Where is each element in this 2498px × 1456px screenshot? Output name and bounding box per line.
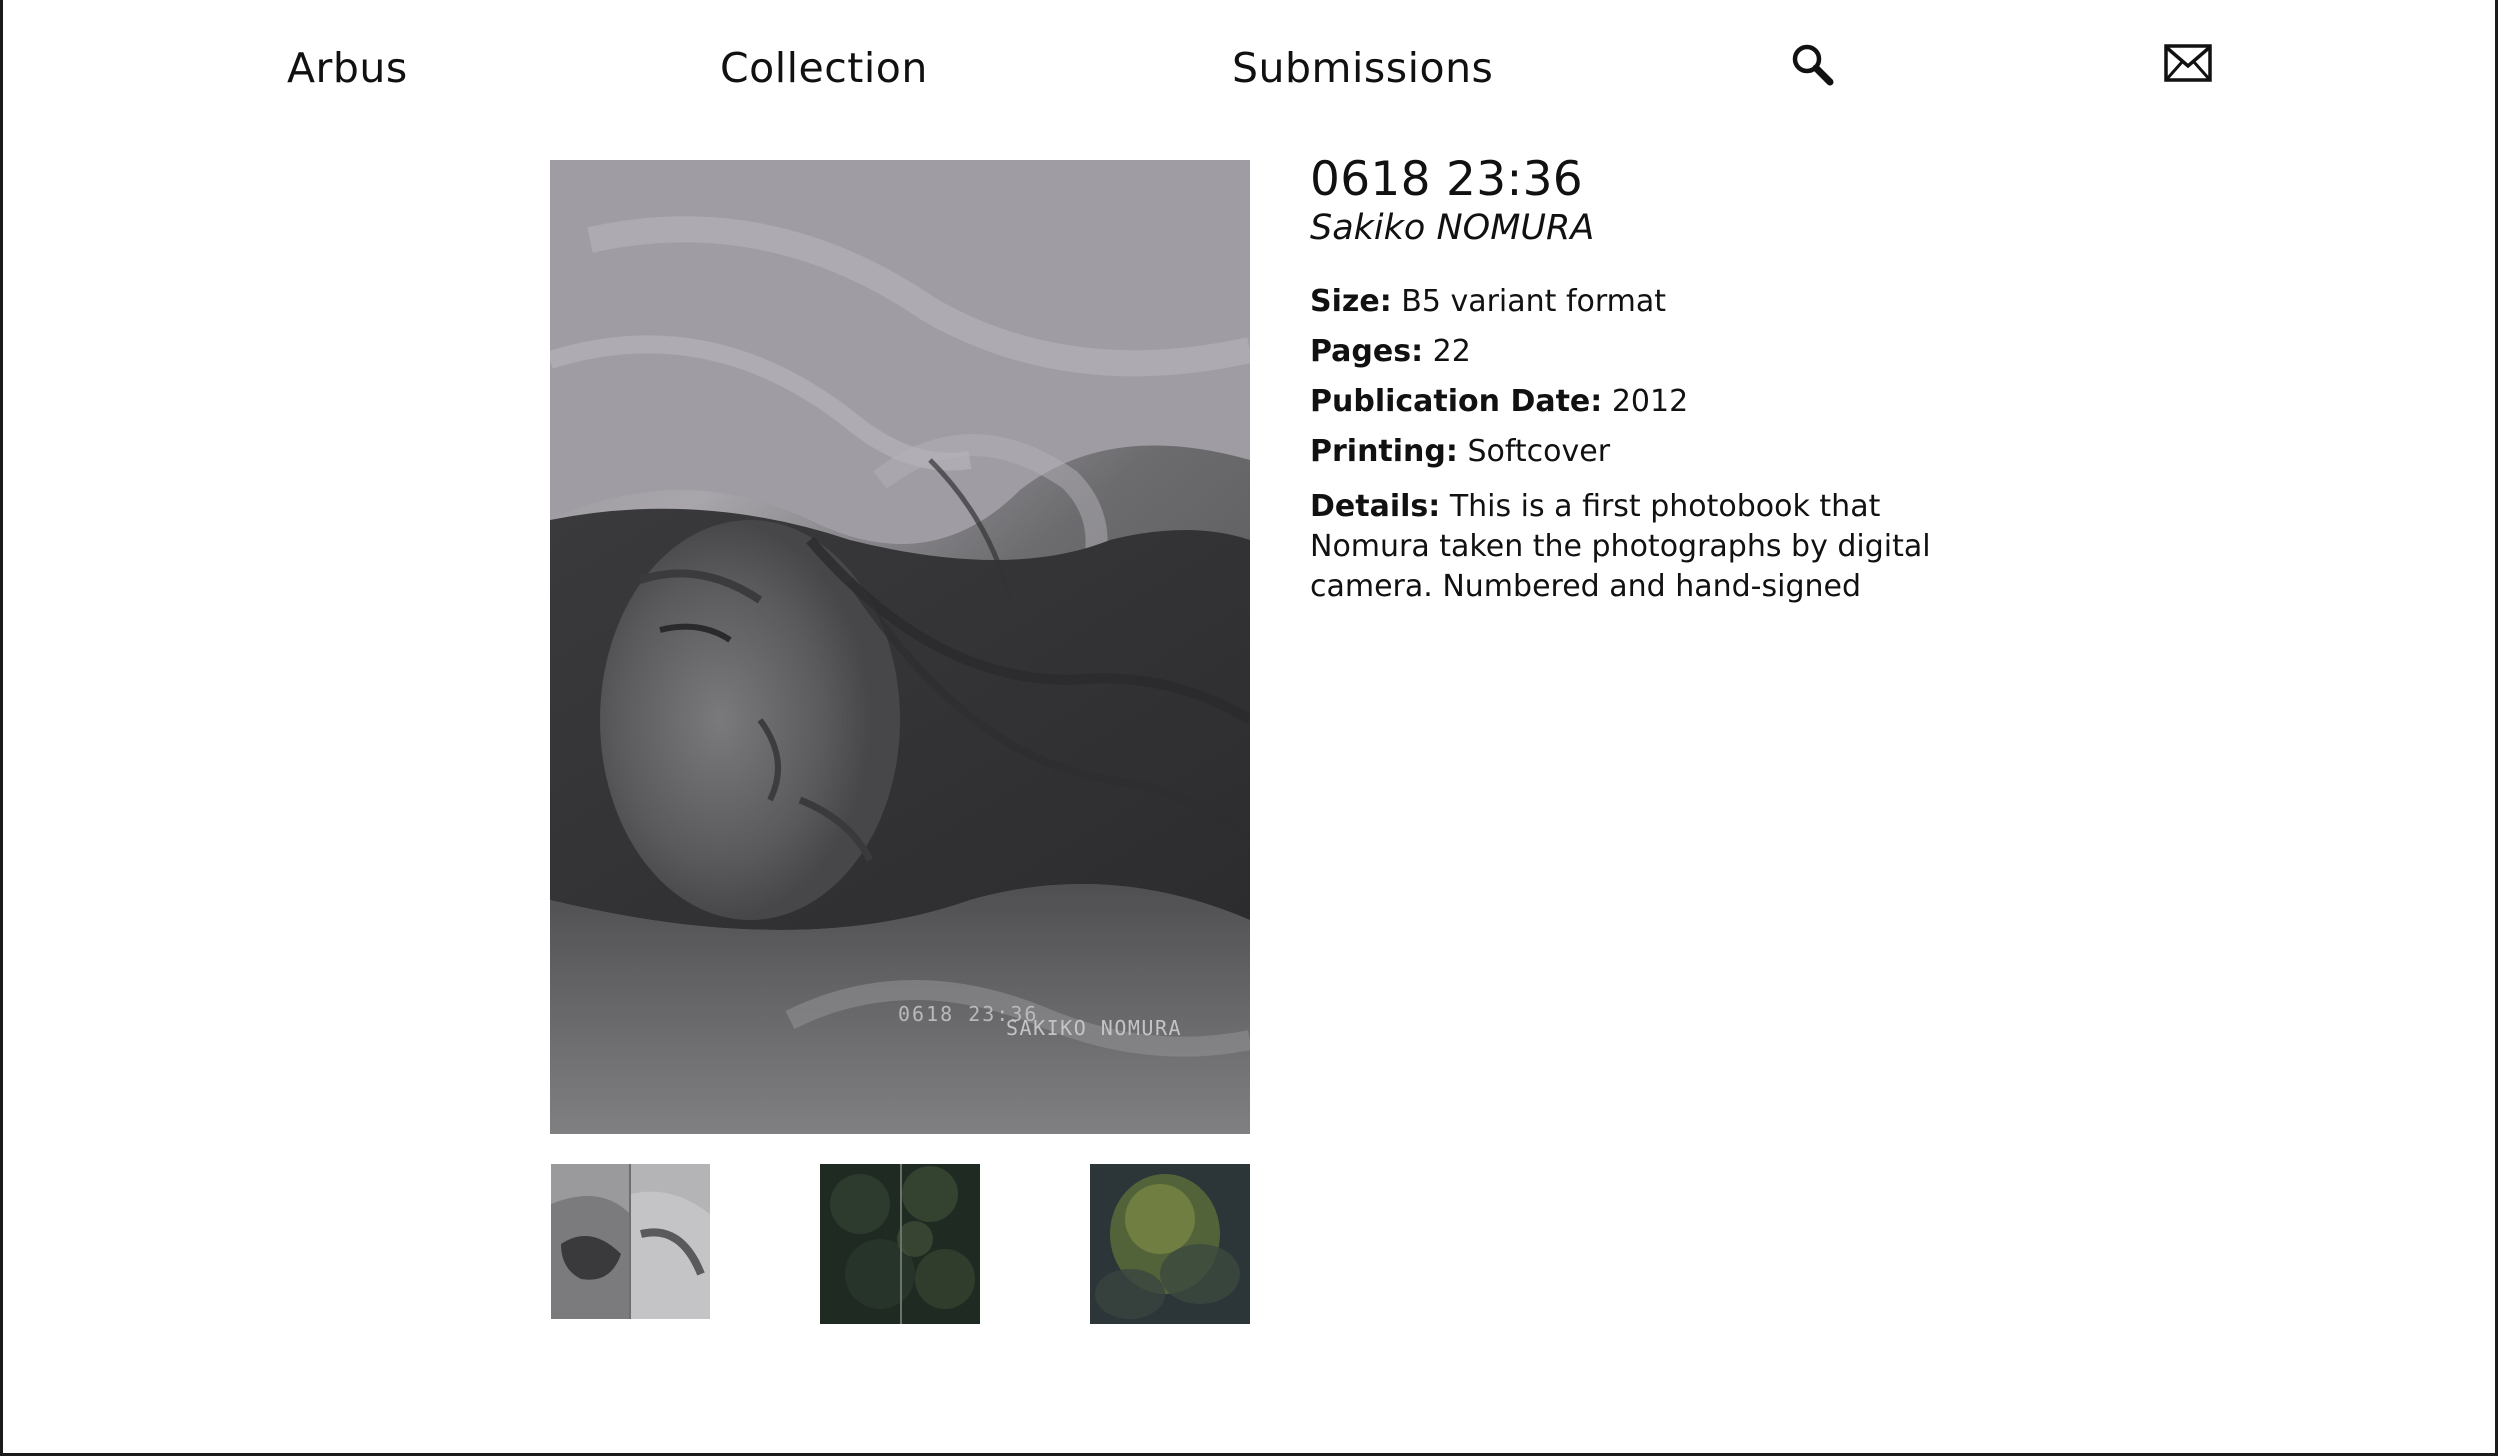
meta-size-value: B5 variant format [1401, 284, 1667, 319]
meta-printing-label: Printing: [1310, 434, 1458, 469]
nav-home-link[interactable]: Arbus [287, 44, 408, 92]
meta-pages-label: Pages: [1310, 334, 1424, 369]
meta-details-label: Details: [1310, 489, 1441, 524]
thumbnail-3[interactable] [1090, 1164, 1250, 1324]
thumbnail-1[interactable] [551, 1164, 710, 1319]
cover-photo [550, 160, 1250, 1134]
meta-publication-date: Publication Date: 2012 [1310, 382, 1688, 422]
meta-size: Size: B5 variant format [1310, 282, 1666, 322]
meta-size-label: Size: [1310, 284, 1392, 319]
meta-printing: Printing: Softcover [1310, 432, 1610, 472]
thumbnail-2[interactable] [820, 1164, 980, 1324]
meta-details: Details: This is a first photobook that … [1310, 487, 1950, 607]
book-cover-image[interactable]: 0618 23:36 SAKIKO NOMURA [550, 160, 1250, 1134]
cover-artist-text: SAKIKO NOMURA [1006, 1016, 1183, 1040]
nav-submissions-link[interactable]: Submissions [1232, 44, 1493, 92]
meta-date-value: 2012 [1611, 384, 1689, 419]
mail-icon[interactable] [2164, 44, 2212, 82]
book-title: 0618 23:36 [1310, 152, 1583, 207]
meta-pages-value: 22 [1432, 334, 1471, 369]
meta-date-label: Publication Date: [1310, 384, 1603, 419]
meta-printing-value: Softcover [1467, 434, 1611, 469]
search-icon[interactable] [1788, 40, 1836, 88]
book-artist: Sakiko NOMURA [1310, 208, 1595, 248]
meta-pages: Pages: 22 [1310, 332, 1471, 372]
nav-collection-link[interactable]: Collection [720, 44, 928, 92]
